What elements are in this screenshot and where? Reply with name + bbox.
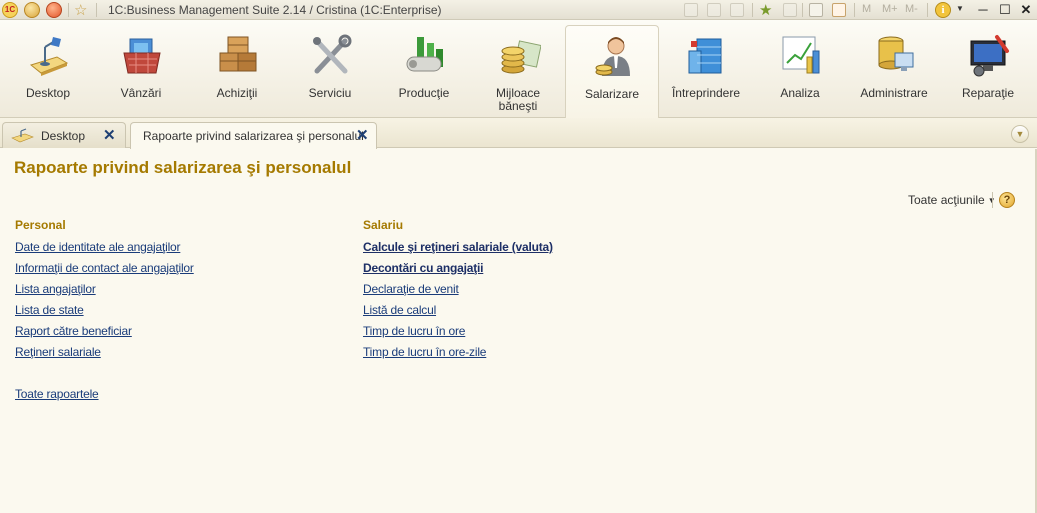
section-money[interactable]: Mijloace băneşti [471, 25, 565, 117]
print-icon[interactable] [707, 3, 721, 17]
memory-minus-button[interactable]: M- [905, 3, 918, 15]
desktop-icon [11, 128, 34, 143]
report-link[interactable]: Lista de state [15, 303, 84, 317]
section-label: Salarizare [584, 87, 640, 101]
close-icon[interactable]: ✕ [103, 126, 116, 144]
section-label: Achiziţii [216, 86, 258, 100]
window-titlebar: 1C ☆ 1C:Business Management Suite 2.14 /… [0, 0, 1037, 20]
divider [68, 3, 69, 17]
section-label: Reparaţie [961, 86, 1015, 100]
report-link[interactable]: Calcule şi reţineri salariale (valuta) [363, 240, 553, 254]
sales-basket-icon [123, 38, 161, 74]
section-repair[interactable]: Reparaţie [941, 25, 1035, 117]
section-desktop[interactable]: Desktop [1, 25, 95, 117]
divider [802, 3, 803, 17]
section-enterprise[interactable]: Întreprindere [659, 25, 753, 117]
info-icon[interactable]: i [935, 2, 951, 18]
report-link[interactable]: Timp de lucru în ore [363, 324, 465, 338]
app-logo-icon[interactable]: 1C [2, 2, 18, 18]
tabs-menu-chevron-icon[interactable]: ▼ [1011, 125, 1029, 143]
sections-panel: Desktop Vânzări Achiziţii Serviciu Produ… [0, 20, 1037, 119]
memory-plus-button[interactable]: M+ [882, 3, 898, 15]
divider [96, 3, 97, 17]
report-link[interactable]: Lista angajaţilor [15, 282, 96, 296]
all-actions-label: Toate acţiunile [908, 193, 985, 207]
group-title-personal: Personal [15, 218, 66, 232]
repair-monitor-icon [970, 35, 1009, 77]
enterprise-building-icon [688, 38, 722, 74]
window-title: 1C:Business Management Suite 2.14 / Cris… [108, 3, 442, 17]
section-label: Analiza [780, 86, 820, 100]
administration-database-icon [878, 36, 914, 71]
service-tools-icon [313, 34, 352, 74]
divider [854, 3, 855, 17]
history-icon[interactable] [783, 3, 797, 17]
report-link[interactable]: Listă de calcul [363, 303, 436, 317]
tab-bar: Desktop ✕ Rapoarte privind salarizarea ş… [0, 118, 1037, 149]
memory-m-button[interactable]: M [862, 3, 871, 15]
main-menu-icon[interactable] [24, 2, 40, 18]
record-icon[interactable] [46, 2, 62, 18]
calculator-icon[interactable] [809, 3, 823, 17]
section-label: Întreprindere [671, 86, 741, 100]
section-label: Producţie [398, 86, 450, 100]
report-link[interactable]: Informaţii de contact ale angajaţilor [15, 261, 194, 275]
divider [752, 3, 753, 17]
section-administration[interactable]: Administrare [847, 25, 941, 117]
section-label: Administrare [860, 86, 928, 100]
report-link[interactable]: Date de identitate ale angajaţilor [15, 240, 181, 254]
tab-salary-reports[interactable]: Rapoarte privind salarizarea şi personal… [130, 122, 377, 149]
maximize-button[interactable]: ☐ [996, 1, 1014, 19]
favorites-star-icon[interactable]: ☆ [74, 1, 87, 19]
section-purchases[interactable]: Achiziţii [190, 25, 284, 117]
report-panel: Rapoarte privind salarizarea şi personal… [0, 149, 1037, 513]
section-analysis[interactable]: Analiza [753, 25, 847, 117]
section-label: Desktop [25, 86, 71, 100]
group-title-salary: Salariu [363, 218, 404, 232]
close-window-button[interactable]: ✕ [1017, 1, 1035, 19]
tab-label: Rapoarte privind salarizarea şi personal… [143, 129, 364, 143]
production-factory-icon [406, 37, 443, 72]
section-sales[interactable]: Vânzări [94, 25, 188, 117]
report-link[interactable]: Timp de lucru în ore-zile [363, 345, 486, 359]
analysis-chart-icon [782, 36, 820, 74]
section-production[interactable]: Producţie [377, 25, 471, 117]
section-label: Mijloace băneşti [495, 86, 540, 113]
report-link[interactable]: Reţineri salariale [15, 345, 101, 359]
calendar-icon[interactable] [832, 3, 846, 17]
close-icon[interactable]: ✕ [356, 126, 369, 144]
help-icon[interactable]: ? [999, 192, 1015, 208]
tab-desktop[interactable]: Desktop ✕ [2, 122, 126, 148]
section-label: Vânzări [120, 86, 162, 100]
add-favorite-icon[interactable]: ★ [759, 1, 772, 19]
tab-label: Desktop [41, 129, 86, 143]
all-actions-button[interactable]: Toate acţiunile▼ [908, 193, 996, 207]
purchases-boxes-icon [219, 36, 257, 72]
chevron-down-icon[interactable]: ▼ [956, 4, 964, 13]
all-reports-link[interactable]: Toate rapoartele [15, 387, 99, 401]
section-label: Serviciu [308, 86, 352, 100]
report-link[interactable]: Declaraţie de venit [363, 282, 459, 296]
section-service[interactable]: Serviciu [283, 25, 377, 117]
desktop-icon [29, 37, 69, 76]
money-coins-icon [501, 40, 541, 74]
salary-person-icon [595, 37, 630, 76]
divider [992, 192, 993, 208]
report-link[interactable]: Decontări cu angajaţii [363, 261, 484, 275]
minimize-button[interactable]: ─ [974, 1, 992, 19]
section-salary[interactable]: Salarizare [565, 25, 659, 119]
save-icon[interactable] [684, 3, 698, 17]
preview-icon[interactable] [730, 3, 744, 17]
page-title: Rapoarte privind salarizarea şi personal… [14, 158, 352, 177]
report-link[interactable]: Raport către beneficiar [15, 324, 132, 338]
divider [927, 3, 928, 17]
